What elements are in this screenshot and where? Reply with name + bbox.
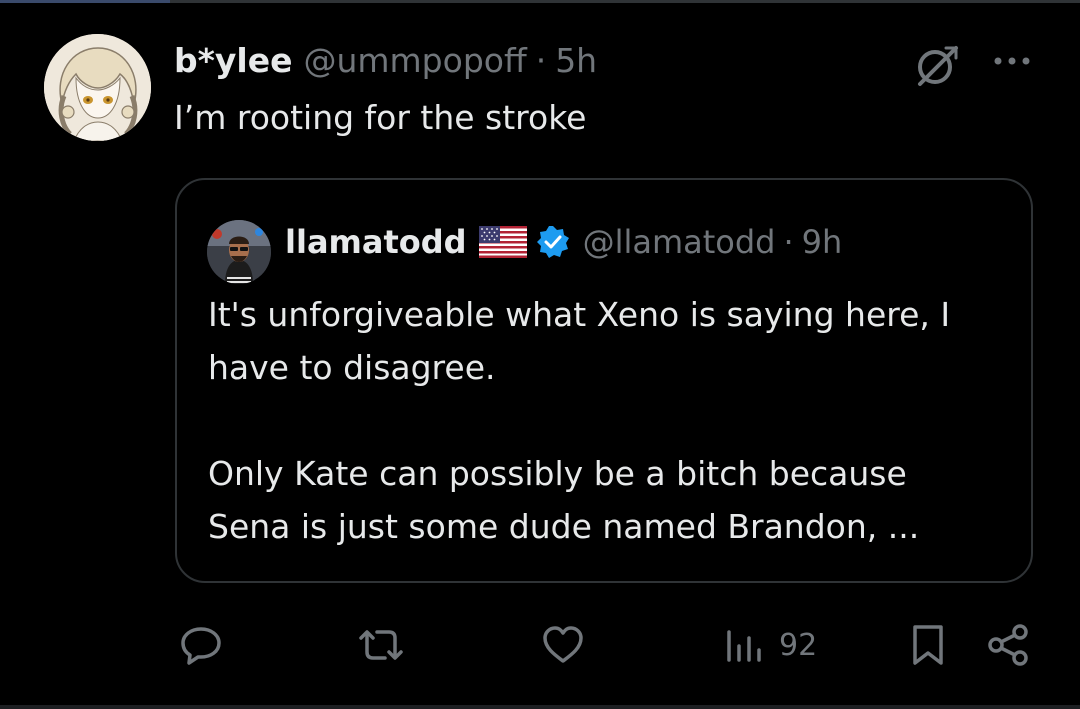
quoted-timestamp[interactable]: 9h	[802, 223, 843, 261]
tweet-text: I’m rooting for the stroke	[174, 98, 587, 137]
views-icon	[727, 630, 761, 662]
header-separator: ·	[535, 40, 547, 80]
more-options-icon[interactable]	[990, 46, 1034, 76]
heart-icon	[543, 626, 583, 663]
reply-button[interactable]	[178, 620, 224, 670]
grok-icon[interactable]	[912, 40, 962, 90]
tweet-header: b*ylee @ummpopoff · 5h	[174, 38, 597, 82]
quoted-display-name[interactable]: llamatodd	[285, 223, 467, 261]
verified-badge-icon[interactable]	[535, 224, 571, 260]
views-count: 92	[779, 627, 818, 663]
quoted-text-line: Only Kate can possibly be a bitch becaus…	[208, 454, 907, 493]
reply-icon	[181, 627, 221, 665]
display-name[interactable]: b*ylee	[174, 41, 292, 80]
quoted-text-line: have to disagree.	[208, 348, 496, 387]
quoted-avatar[interactable]	[207, 220, 271, 284]
like-button[interactable]	[540, 620, 586, 670]
avatar[interactable]	[44, 34, 151, 141]
us-flag-icon	[478, 226, 527, 258]
user-handle[interactable]: @ummpopoff	[303, 41, 526, 80]
quoted-header-separator: ·	[783, 223, 794, 261]
retweet-button[interactable]	[355, 620, 407, 670]
quoted-tweet-header: llamatodd @llamatodd · 9h	[285, 220, 842, 264]
share-button[interactable]	[985, 620, 1031, 670]
tweet-timestamp[interactable]: 5h	[555, 41, 597, 80]
bookmark-button[interactable]	[908, 620, 948, 670]
quoted-tweet-text: It's unforgiveable what Xeno is saying h…	[208, 288, 1008, 553]
quoted-text-line: Sena is just some dude named Brandon, ..…	[208, 507, 920, 546]
bottom-divider	[0, 705, 1080, 709]
quoted-text-line: It's unforgiveable what Xeno is saying h…	[208, 295, 951, 334]
views-button[interactable]: 92	[725, 620, 817, 670]
bookmark-icon	[913, 625, 943, 665]
top-accent-bar	[0, 0, 170, 3]
share-icon	[988, 624, 1028, 666]
retweet-icon	[359, 630, 403, 660]
quoted-tweet-card[interactable]: llamatodd @llamatodd · 9h It's unforgive…	[175, 178, 1033, 583]
quoted-user-handle[interactable]: @llamatodd	[583, 223, 776, 261]
